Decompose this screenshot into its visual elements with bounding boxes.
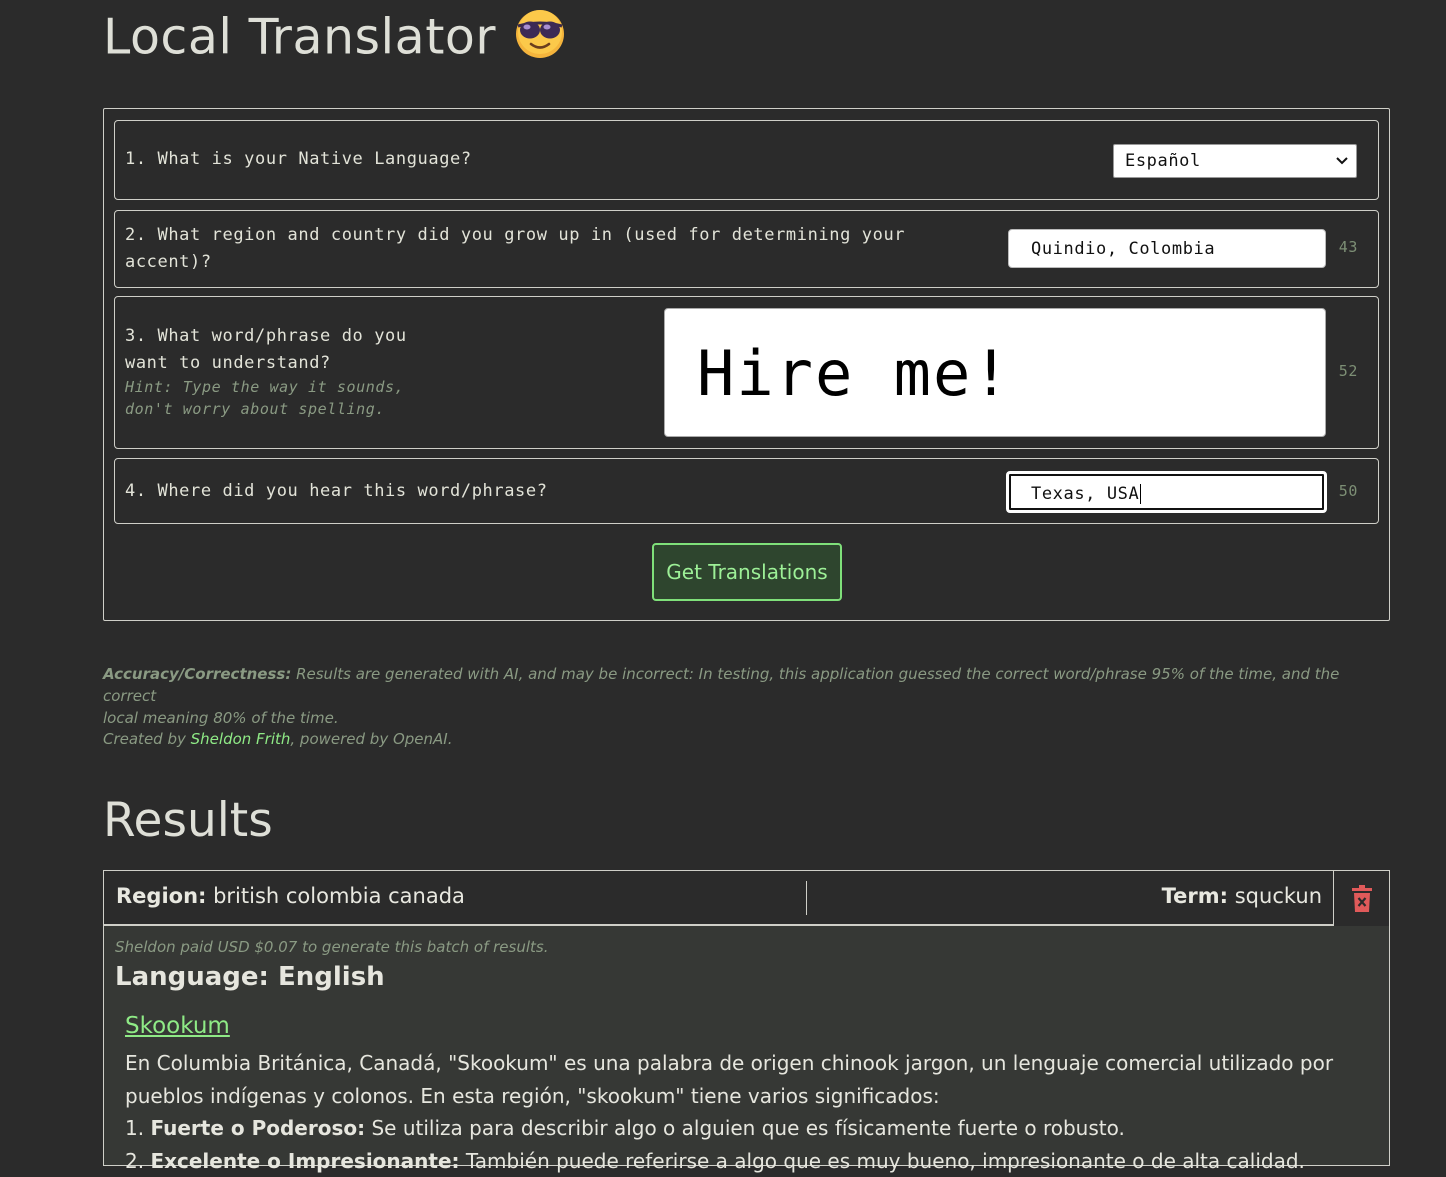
- cost-note: Sheldon paid USD $0.07 to generate this …: [115, 938, 548, 956]
- question-native-language: 1. What is your Native Language? Español: [114, 120, 1379, 200]
- heard-location-label: 4. Where did you hear this word/phrase?: [125, 478, 548, 505]
- term-description: En Columbia Británica, Canadá, "Skookum"…: [125, 1047, 1355, 1177]
- phrase-hint: Hint: Type the way it sounds, don't worr…: [125, 376, 404, 420]
- origin-region-label: 2. What region and country did you grow …: [125, 222, 905, 276]
- term-link[interactable]: Skookum: [125, 1013, 230, 1039]
- question-heard-location: 4. Where did you hear this word/phrase? …: [114, 458, 1379, 524]
- native-language-select[interactable]: Español: [1113, 144, 1357, 178]
- phrase-label: 3. What word/phrase do you want to under…: [125, 323, 407, 377]
- origin-region-input[interactable]: Quindio, Colombia: [1008, 229, 1326, 268]
- trash-icon: [1351, 885, 1373, 917]
- question-phrase: 3. What word/phrase do you want to under…: [114, 296, 1379, 449]
- author-link[interactable]: Sheldon Frith: [191, 730, 291, 748]
- result-header: Region: british colombia canada Term: sq…: [103, 870, 1334, 926]
- result-term: Term: squckun: [1162, 884, 1322, 908]
- phrase-count: 52: [1339, 362, 1358, 380]
- accuracy-note: Accuracy/Correctness: Results are genera…: [103, 663, 1388, 729]
- meaning-item: 2. Excelente o Impresionante: También pu…: [125, 1145, 1355, 1177]
- text-caret: [1140, 484, 1141, 504]
- sunglasses-face-icon: [514, 8, 566, 72]
- phrase-textarea[interactable]: Hire me!: [664, 308, 1326, 437]
- meaning-item: 1. Fuerte o Poderoso: Se utiliza para de…: [125, 1112, 1355, 1145]
- result-region: Region: british colombia canada: [116, 884, 465, 908]
- native-language-label: 1. What is your Native Language?: [125, 146, 472, 173]
- heard-location-count: 50: [1339, 482, 1358, 500]
- results-heading: Results: [103, 793, 273, 848]
- page-title: Local Translator: [103, 8, 566, 72]
- translation-form: 1. What is your Native Language? Español…: [103, 108, 1390, 621]
- language-heading: Language: English: [115, 962, 385, 992]
- heard-location-input[interactable]: Texas, USA: [1006, 471, 1327, 513]
- question-origin-region: 2. What region and country did you grow …: [114, 210, 1379, 288]
- get-translations-button[interactable]: Get Translations: [652, 543, 842, 601]
- origin-region-count: 43: [1339, 238, 1358, 256]
- header-divider: [806, 881, 807, 915]
- credits-note: Created by Sheldon Frith, powered by Ope…: [103, 728, 1388, 750]
- delete-result-button[interactable]: [1334, 870, 1390, 928]
- chevron-down-icon: [1336, 145, 1348, 189]
- result-card: Sheldon paid USD $0.07 to generate this …: [103, 926, 1390, 1166]
